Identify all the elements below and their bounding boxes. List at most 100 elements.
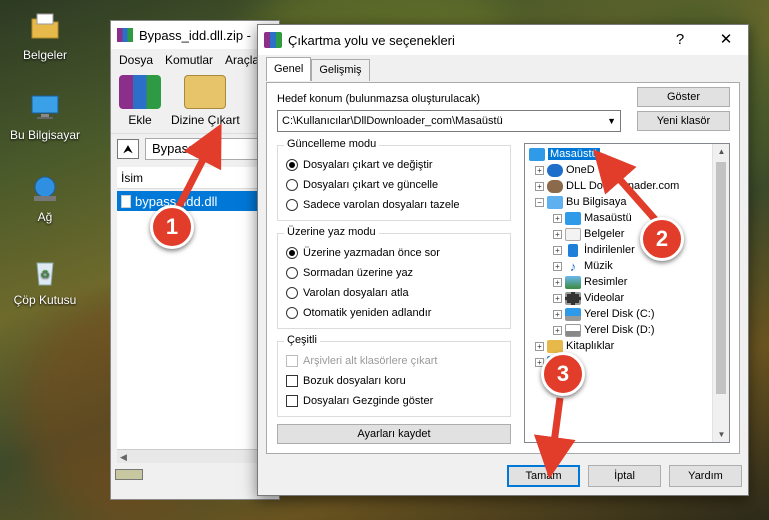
folder-tree[interactable]: Masaüstü + OneD + DLL Do nader.com − Bu …	[524, 143, 730, 443]
download-arrow-icon	[568, 243, 578, 257]
expand-icon[interactable]: +	[553, 293, 562, 303]
windows-drive-icon	[565, 307, 581, 321]
tab-advanced[interactable]: Gelişmiş	[311, 59, 370, 81]
checkbox-indicator[interactable]	[286, 375, 298, 387]
tree-item-pc-desktop[interactable]: + Masaüstü	[553, 210, 632, 226]
desktop-icon-network[interactable]: Ağ	[5, 172, 85, 224]
radio-ask-before-overwrite[interactable]: Üzerine yazmadan önce sor	[286, 247, 440, 259]
radio-auto-rename[interactable]: Otomatik yeniden adlandır	[286, 307, 431, 319]
winrar-title: Bypass_idd.dll.zip -	[139, 27, 251, 43]
expand-icon[interactable]: +	[535, 165, 544, 175]
expand-icon[interactable]: +	[535, 341, 544, 351]
radio-indicator[interactable]	[286, 287, 298, 299]
show-button[interactable]: Göster	[637, 87, 730, 107]
tree-item-pictures[interactable]: + Resimler	[553, 274, 627, 290]
tree-item-documents[interactable]: + Belgeler	[553, 226, 624, 242]
update-mode-title: Güncelleme modu	[284, 138, 380, 150]
radio-overwrite-without-prompt[interactable]: Sormadan üzerine yaz	[286, 267, 413, 279]
tree-item-user[interactable]: + DLL Do nader.com	[535, 178, 679, 194]
radio-indicator[interactable]	[286, 267, 298, 279]
menu-file[interactable]: Dosya	[119, 53, 153, 67]
option-label: Bozuk dosyaları koru	[303, 375, 406, 387]
dll-file-icon	[121, 194, 131, 208]
up-folder-button[interactable]: ⮝	[117, 138, 139, 159]
expand-icon[interactable]: +	[553, 213, 562, 223]
tree-label: Videolar	[584, 292, 625, 304]
desktop-icon-this-pc[interactable]: Bu Bilgisayar	[5, 90, 85, 142]
help-icon[interactable]: ?	[658, 25, 702, 55]
radio-skip-existing[interactable]: Varolan dosyaları atla	[286, 287, 409, 299]
checkbox-keep-broken-files[interactable]: Bozuk dosyaları koru	[286, 375, 406, 387]
ok-button[interactable]: Tamam	[507, 465, 580, 487]
radio-indicator[interactable]	[286, 159, 298, 171]
file-list-hscroll[interactable]: ◀	[117, 449, 279, 463]
option-label: Dosyaları çıkart ve güncelle	[303, 179, 439, 191]
expand-icon[interactable]: +	[553, 261, 562, 271]
extract-dialog[interactable]: Çıkartma yolu ve seçenekleri ? ✕ Genel G…	[257, 24, 749, 496]
target-path-combo[interactable]: C:\Kullanıcılar\DllDownloader_com\Masaüs…	[277, 110, 621, 132]
radio-extract-replace[interactable]: Dosyaları çıkart ve değiştir	[286, 159, 433, 171]
menu-commands[interactable]: Komutlar	[165, 53, 213, 67]
radio-indicator[interactable]	[286, 199, 298, 211]
expand-icon[interactable]: +	[553, 325, 562, 335]
tree-item-desktop[interactable]: Masaüstü	[529, 146, 600, 162]
scroll-up-icon[interactable]: ▲	[713, 147, 729, 156]
add-button[interactable]: Ekle	[119, 75, 161, 127]
scroll-down-icon[interactable]: ▼	[713, 430, 729, 439]
desktop-icon-label: Belgeler	[22, 48, 68, 62]
menu-tools[interactable]: Araçla	[225, 53, 259, 67]
expand-icon[interactable]: +	[553, 245, 562, 255]
tab-general[interactable]: Genel	[266, 57, 312, 81]
option-label: Sormadan üzerine yaz	[303, 267, 414, 279]
extract-folder-icon	[184, 75, 227, 109]
tree-item-local-disk-d[interactable]: + Yerel Disk (D:)	[553, 322, 655, 338]
help-button[interactable]: Yardım	[669, 465, 742, 487]
checkbox-extract-to-subfolders[interactable]: Arşivleri alt klasörlere çıkart	[286, 355, 437, 367]
checkbox-show-in-explorer[interactable]: Dosyaları Gezginde göster	[286, 395, 433, 407]
tree-item-libraries[interactable]: + Kitaplıklar	[535, 338, 614, 354]
cancel-button[interactable]: İptal	[588, 465, 661, 487]
desktop-icon-documents[interactable]: Belgeler	[5, 10, 85, 62]
desktop-icon-label: Ağ	[37, 210, 53, 224]
radio-indicator[interactable]	[286, 247, 298, 259]
chevron-down-icon[interactable]: ▼	[607, 111, 616, 131]
tree-item-downloads[interactable]: + İndirilenler	[553, 242, 635, 258]
tree-item-this-pc[interactable]: − Bu Bilgisaya	[535, 194, 627, 210]
folder-tree-scrollbar[interactable]: ▲ ▼	[712, 144, 729, 442]
radio-indicator[interactable]	[286, 307, 298, 319]
winrar-window[interactable]: Bypass_idd.dll.zip - Dosya Komutlar Araç…	[110, 20, 280, 500]
radio-extract-update[interactable]: Dosyaları çıkart ve güncelle	[286, 179, 438, 191]
option-label: Sadece varolan dosyaları tazele	[303, 199, 460, 211]
add-button-label: Ekle	[128, 113, 152, 127]
tree-item-local-disk-c[interactable]: + Yerel Disk (C:)	[553, 306, 655, 322]
extract-to-button[interactable]: Dizine Çıkart	[171, 75, 240, 127]
expand-icon[interactable]: +	[553, 309, 562, 319]
option-label: Otomatik yeniden adlandır	[303, 307, 432, 319]
winrar-app-icon	[117, 28, 133, 42]
dialog-titlebar[interactable]: Çıkartma yolu ve seçenekleri ? ✕	[258, 25, 748, 55]
checkbox-indicator[interactable]	[286, 355, 298, 367]
expand-icon[interactable]: +	[553, 277, 562, 287]
column-header-name[interactable]: İsim	[117, 167, 279, 189]
expand-icon[interactable]: +	[553, 229, 562, 239]
close-icon[interactable]: ✕	[704, 25, 748, 55]
collapse-icon[interactable]: −	[535, 197, 544, 207]
winrar-toolbar: Ekle Dizine Çıkart	[111, 71, 279, 133]
radio-freshen-existing[interactable]: Sadece varolan dosyaları tazele	[286, 199, 460, 211]
save-settings-button[interactable]: Ayarları kaydet	[277, 424, 511, 444]
scroll-thumb[interactable]	[716, 162, 726, 394]
tree-label: nader.com	[627, 180, 680, 192]
checkbox-indicator[interactable]	[286, 395, 298, 407]
radio-indicator[interactable]	[286, 179, 298, 191]
new-folder-button[interactable]: Yeni klasör	[637, 111, 730, 131]
tree-label: Resimler	[584, 276, 628, 288]
tree-item-onedrive[interactable]: + OneD	[535, 162, 595, 178]
tree-label: OneD	[566, 164, 595, 176]
tree-item-music[interactable]: + ♪ Müzik	[553, 258, 613, 274]
file-list[interactable]: bypass_idd.dll	[117, 191, 279, 449]
file-row[interactable]: bypass_idd.dll	[117, 191, 265, 211]
expand-icon[interactable]: +	[535, 181, 544, 191]
desktop-icon-recycle-bin[interactable]: ♻ Çöp Kutusu	[5, 255, 85, 307]
tree-item-videos[interactable]: + Videolar	[553, 290, 624, 306]
winrar-titlebar[interactable]: Bypass_idd.dll.zip -	[111, 21, 279, 49]
